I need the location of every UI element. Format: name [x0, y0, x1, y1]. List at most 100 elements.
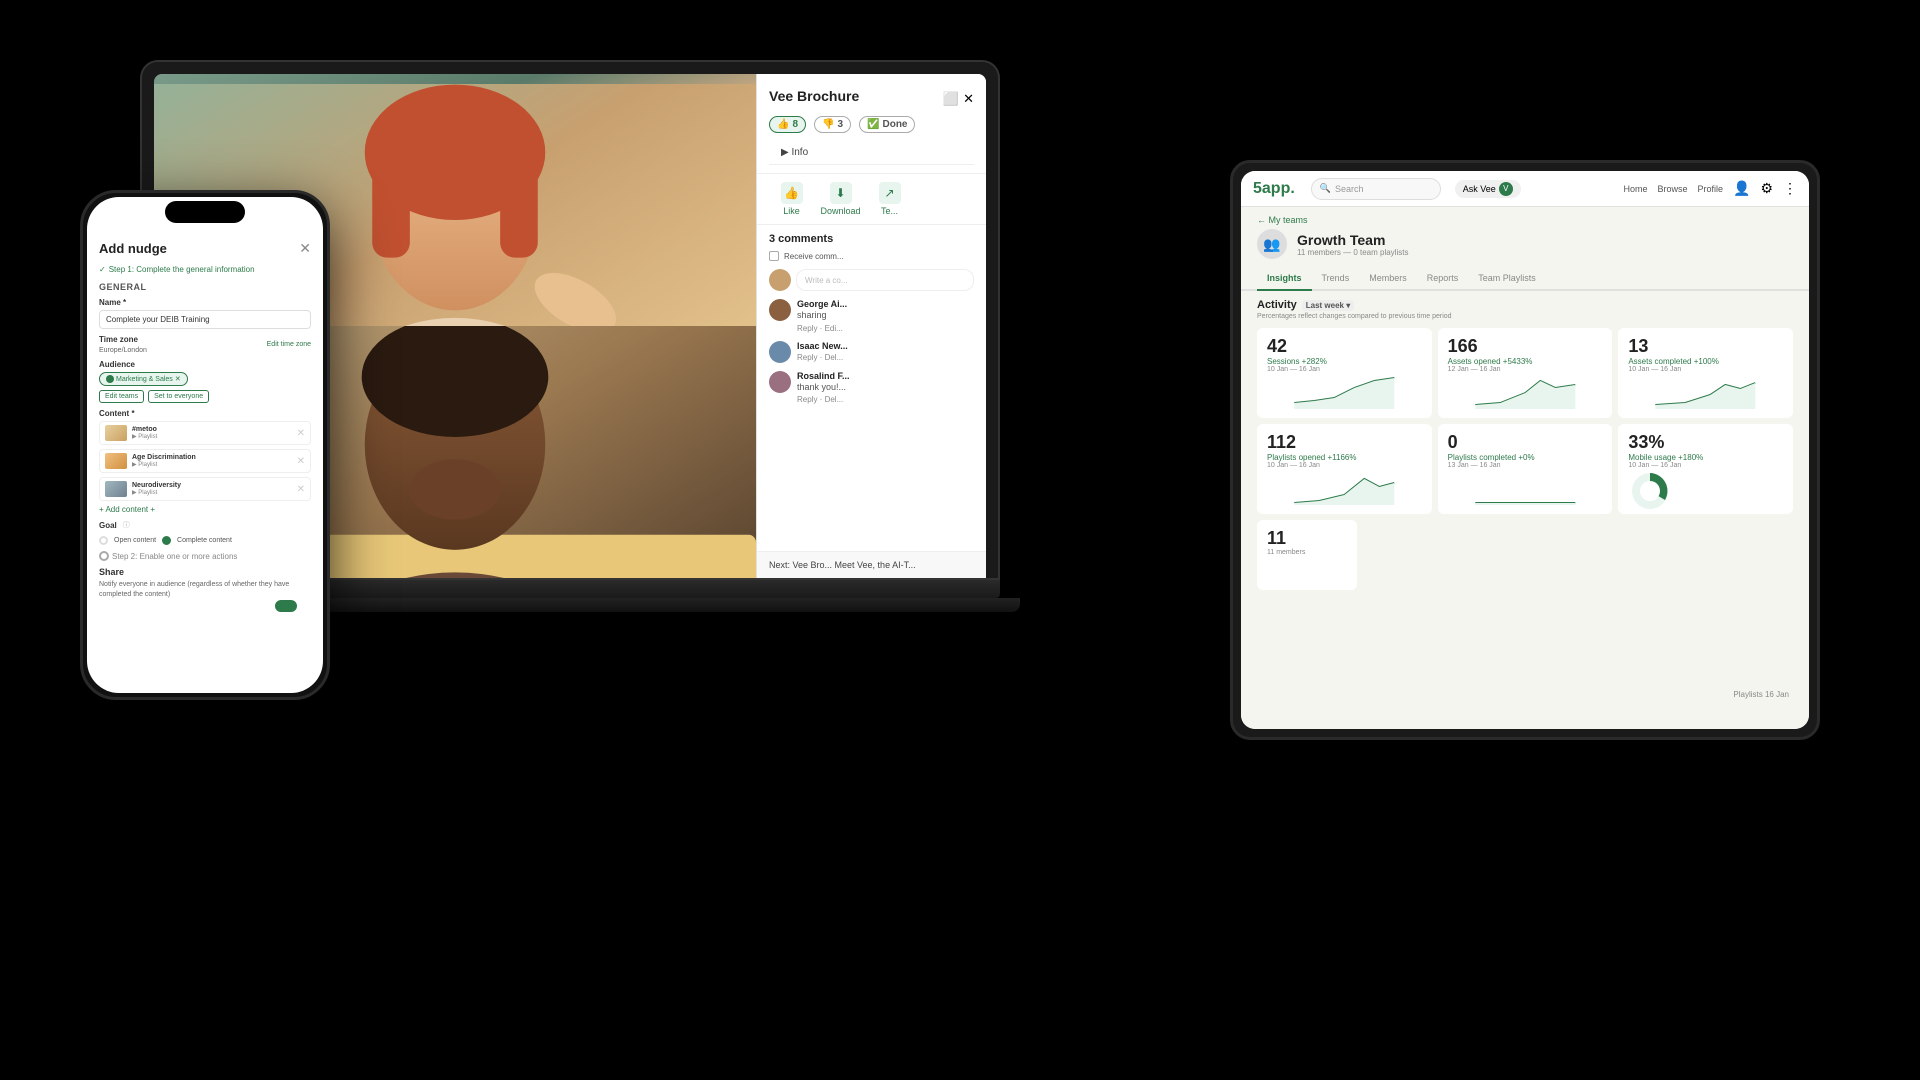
content-remove-3[interactable]: ✕ [297, 484, 305, 495]
share-section: Share Notify everyone in audience (regar… [99, 567, 311, 600]
comment-item: George Ai... sharing Reply · Edi... [769, 299, 974, 333]
checkbox-receive[interactable] [769, 251, 779, 261]
profile-avatar-icon: 👤 [1733, 180, 1750, 197]
team-meta: 11 members — 0 team playlists [1297, 248, 1793, 257]
panel-meta: 👍 8 👎 3 ✅ Done [769, 116, 974, 133]
general-section: General [99, 282, 311, 292]
comment-actions-2[interactable]: Reply · Del... [797, 353, 974, 362]
tab-reports[interactable]: Reports [1417, 267, 1469, 289]
content-thumb-1 [105, 425, 127, 441]
step1-indicator: ✓ Step 1: Complete the general informati… [99, 265, 311, 274]
stat-change-sessions: Sessions +282% [1267, 357, 1422, 366]
more-icon[interactable]: ⋮ [1783, 180, 1797, 197]
settings-icon[interactable]: ⚙ [1760, 180, 1773, 197]
stat-period-mobile-usage: 10 Jan — 16 Jan [1628, 462, 1783, 469]
stat-value-assets-completed: 13 [1628, 336, 1783, 357]
logo-app: app. [1262, 180, 1295, 197]
content-type-3: ▶ Playlist [132, 489, 292, 496]
edit-timezone-link[interactable]: Edit time zone [267, 341, 311, 348]
phone-close-button[interactable]: ✕ [299, 240, 311, 257]
tablet-main: ← My teams 👥 Growth Team 11 members — 0 … [1241, 207, 1809, 729]
share-action[interactable]: ↗ Te... [867, 182, 912, 216]
nav-browse[interactable]: Browse [1657, 184, 1687, 194]
tab-insights[interactable]: Insights [1257, 267, 1312, 289]
tab-members[interactable]: Members [1359, 267, 1417, 289]
share-label: Te... [881, 206, 898, 216]
period-badge[interactable]: Last week ▾ [1302, 300, 1354, 311]
set-everyone-button[interactable]: Set to everyone [148, 390, 209, 403]
add-content-button[interactable]: + Add content + [99, 505, 311, 514]
stat-card-assets-opened: 166 Assets opened +5433% 12 Jan — 16 Jan [1438, 328, 1613, 418]
share-text: Notify everyone in audience (regardless … [99, 580, 311, 600]
stat-card-playlists-completed: 0 Playlists completed +0% 13 Jan — 16 Ja… [1438, 424, 1613, 514]
thumb-down-icon: 👎 [822, 119, 834, 130]
close-icon[interactable]: ✕ [963, 91, 974, 107]
share-label: Share [99, 567, 311, 577]
content-type-2: ▶ Playlist [132, 461, 292, 468]
content-label: Content * [99, 409, 311, 418]
content-remove-2[interactable]: ✕ [297, 456, 305, 467]
info-row[interactable]: ▶ Info [769, 141, 974, 165]
radio-complete[interactable] [162, 536, 171, 545]
comment-actions-1[interactable]: Reply · Edi... [797, 324, 974, 333]
comment-content-1: George Ai... sharing Reply · Edi... [797, 299, 974, 333]
share-toggle[interactable] [275, 600, 297, 612]
dislike-button[interactable]: 👎 3 [814, 116, 851, 133]
chip-remove[interactable]: ✕ [175, 375, 181, 383]
step2-indicator: Step 2: Enable one or more actions [99, 551, 311, 561]
content-thumb-2 [105, 453, 127, 469]
comment-name-1: George Ai... [797, 299, 974, 309]
breadcrumb[interactable]: ← My teams [1241, 207, 1809, 229]
content-item-3: Neurodiversity ▶ Playlist ✕ [99, 477, 311, 501]
stat-period-sessions: 10 Jan — 16 Jan [1267, 366, 1422, 373]
download-label: Download [820, 206, 860, 216]
app-logo: 5app. [1253, 180, 1295, 198]
comment-avatar-3 [769, 371, 791, 393]
name-input[interactable]: Complete your DEIB Training [99, 310, 311, 329]
ask-vee-btn[interactable]: Ask Vee V [1455, 180, 1521, 198]
nav-home[interactable]: Home [1623, 184, 1647, 194]
members-label: 11 members [1267, 549, 1347, 556]
like-button[interactable]: 👍 8 [769, 116, 806, 133]
members-value: 11 [1267, 528, 1347, 549]
goal-complete-label: Complete content [177, 537, 232, 544]
like-action[interactable]: 👍 Like [769, 182, 814, 216]
like-label: Like [783, 206, 800, 216]
content-name-1: #metoo [132, 426, 292, 433]
stat-value-assets-opened: 166 [1448, 336, 1603, 357]
stat-card-playlists-opened: 112 Playlists opened +1166% 10 Jan — 16 … [1257, 424, 1432, 514]
circle-step2 [99, 551, 109, 561]
nav-profile[interactable]: Profile [1697, 184, 1723, 194]
sparkline-playlists-opened [1267, 469, 1422, 505]
done-button[interactable]: ✅ Done [859, 116, 915, 133]
tab-team-playlists[interactable]: Team Playlists [1468, 267, 1546, 289]
search-bar[interactable]: 🔍 Search [1311, 178, 1441, 200]
comment-item-2: Isaac New... Reply · Del... [769, 341, 974, 363]
like-action-icon: 👍 [781, 182, 803, 204]
timezone-row: Time zone Europe/London Edit time zone [99, 335, 311, 354]
check-step1: ✓ [99, 265, 106, 274]
stat-value-sessions: 42 [1267, 336, 1422, 357]
content-name-2: Age Discrimination [132, 454, 292, 461]
edit-teams-button[interactable]: Edit teams [99, 390, 144, 403]
scene: Vee Brochure ⬜ ✕ 👍 8 [0, 0, 1920, 1080]
share-icon[interactable]: ⬜ [943, 91, 959, 107]
tab-trends[interactable]: Trends [1312, 267, 1360, 289]
content-remove-1[interactable]: ✕ [297, 428, 305, 439]
panel-header: Vee Brochure ⬜ ✕ 👍 8 [757, 74, 986, 174]
download-action[interactable]: ⬇ Download [818, 182, 863, 216]
audience-chip: Marketing & Sales ✕ [99, 372, 188, 386]
comment-text-3: thank you!... [797, 382, 974, 394]
check-icon: ✅ [867, 119, 879, 130]
panel-next: Next: Vee Bro... Meet Vee, the AI-T... [757, 551, 986, 578]
content-item-1: #metoo ▶ Playlist ✕ [99, 421, 311, 445]
radio-open[interactable] [99, 536, 108, 545]
tablet-navbar: 5app. 🔍 Search Ask Vee V Home Browse Pro… [1241, 171, 1809, 207]
stat-period-playlists-opened: 10 Jan — 16 Jan [1267, 462, 1422, 469]
content-item-2: Age Discrimination ▶ Playlist ✕ [99, 449, 311, 473]
team-name: Growth Team [1297, 232, 1793, 248]
comment-actions-3[interactable]: Reply · Del... [797, 395, 974, 404]
comment-input[interactable]: Write a co... [796, 269, 974, 291]
content-info-3: Neurodiversity ▶ Playlist [132, 482, 292, 496]
phone-device: Add nudge ✕ ✓ Step 1: Complete the gener… [80, 190, 330, 700]
